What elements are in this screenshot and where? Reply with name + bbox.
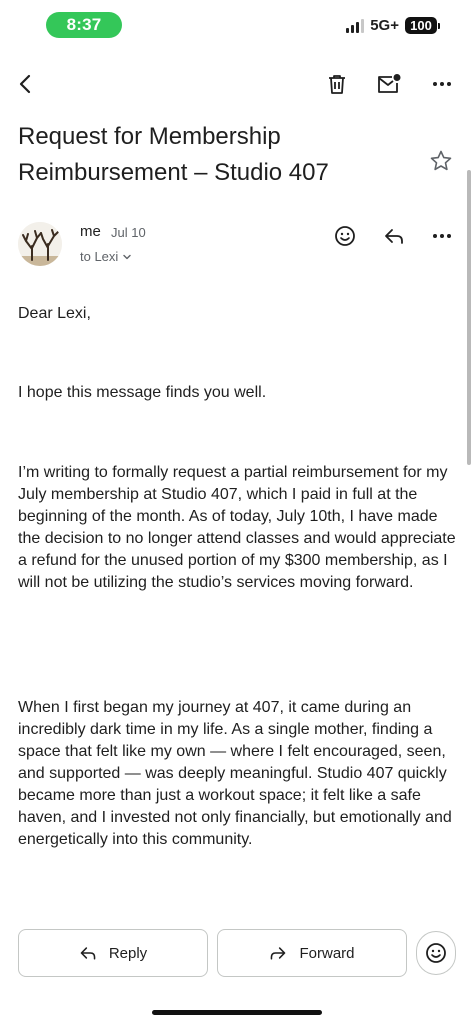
star-icon [430, 150, 452, 171]
email-paragraph-3: When I first began my journey at 407, it… [18, 699, 452, 848]
battery-icon: 100 [405, 17, 440, 34]
forward-icon [271, 947, 286, 960]
emoji-icon [426, 943, 446, 963]
mark-unread-icon [378, 74, 401, 93]
recipient-details[interactable]: to Lexi [80, 249, 132, 264]
mark-unread-button[interactable] [369, 62, 409, 106]
network-type: 5G+ [370, 17, 399, 34]
more-icon [433, 234, 451, 238]
email-subject: Request for Membership Reimbursement – S… [18, 123, 329, 186]
signal-strength-icon [346, 18, 365, 33]
reply-label: Reply [108, 944, 148, 962]
recipient-label: to Lexi [80, 249, 119, 264]
more-icon [433, 82, 451, 86]
email-paragraph-2: I’m writing to formally request a partia… [18, 464, 456, 591]
chevron-down-icon [123, 254, 132, 259]
email-greeting: Dear Lexi, [18, 305, 91, 322]
reply-button[interactable]: Reply [18, 929, 208, 977]
status-bar: 8:37 5G+ 100 [0, 0, 474, 48]
scrollbar[interactable] [467, 170, 471, 465]
email-date: Jul 10 [111, 225, 146, 240]
delete-button[interactable] [317, 62, 357, 106]
reply-icon [385, 229, 403, 244]
status-indicators: 5G+ 100 [346, 17, 440, 34]
sender-name: me [80, 223, 101, 240]
back-arrow-icon [19, 74, 31, 94]
sender-avatar[interactable] [18, 222, 62, 266]
battery-level: 100 [405, 17, 437, 34]
add-reaction-button[interactable] [325, 214, 365, 258]
status-time: 8:37 [46, 12, 122, 38]
back-button[interactable] [6, 62, 46, 106]
delete-icon [329, 75, 345, 94]
forward-button[interactable]: Forward [217, 929, 407, 977]
forward-label: Forward [299, 944, 355, 962]
home-indicator[interactable] [152, 1010, 322, 1015]
emoji-reaction-button[interactable] [416, 931, 456, 975]
emoji-icon [335, 226, 355, 246]
star-button[interactable] [424, 144, 458, 178]
email-paragraph-1: I hope this message finds you well. [18, 384, 267, 401]
reply-icon [80, 947, 96, 960]
more-options-button[interactable] [422, 62, 462, 106]
message-more-button[interactable] [422, 214, 462, 258]
email-toolbar [0, 62, 474, 106]
reply-icon-button[interactable] [374, 214, 414, 258]
